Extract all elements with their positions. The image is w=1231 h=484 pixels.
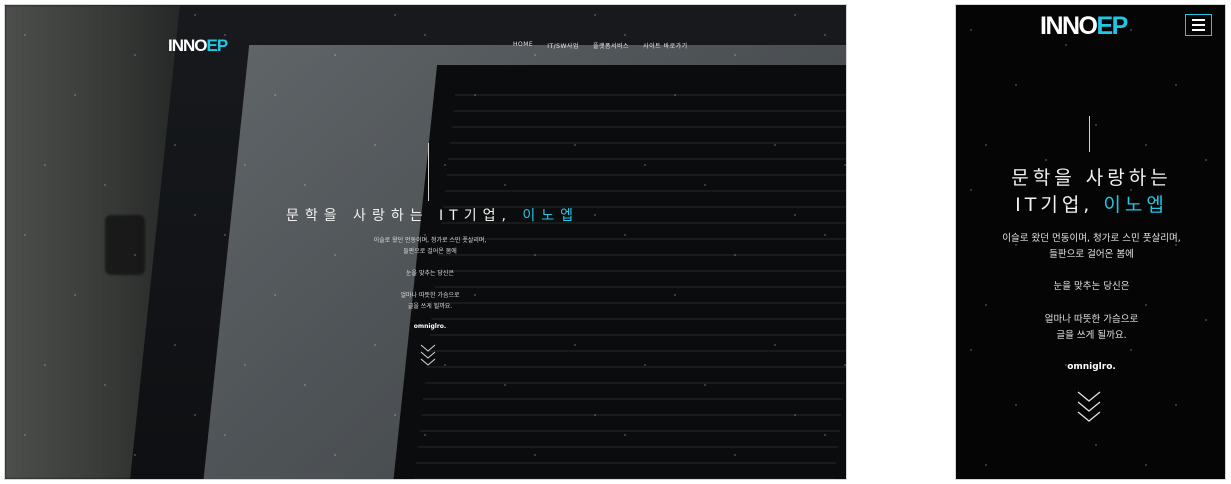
nav-site-shortcut[interactable]: 사이트 바로가기	[643, 41, 688, 50]
nav-home[interactable]: HOME	[513, 41, 533, 50]
poem-line-3: 눈을 맞추는 당신은	[1053, 281, 1130, 292]
poem-line-5: 글을 쓰게 될까요.	[407, 303, 453, 310]
poem-line-2: 들판으로 걸어온 봄에	[1049, 249, 1134, 260]
hamburger-menu-button[interactable]	[1185, 14, 1212, 36]
hero-title-line-2: IT기업, 이노엡	[956, 192, 1225, 219]
hero-title-highlight: 이노엡	[522, 208, 580, 224]
poem-line-1: 이슬로 왔던 먼동이며, 청가로 스민 풋살리며,	[373, 237, 487, 244]
poem-line-4: 얼마나 따뜻한 가슴으로	[1044, 314, 1139, 325]
chevron-down-triple-icon[interactable]	[419, 343, 437, 373]
hero-divider-line	[1089, 116, 1090, 152]
desktop-preview: INNOEP HOME IT/SW사업 플랫폼서비스 사이트 바로가기 문학을 …	[4, 4, 847, 480]
hero-title-highlight: 이노엡	[1103, 194, 1168, 216]
hero-title-main: IT기업,	[1015, 194, 1094, 216]
nav-platform-service[interactable]: 플랫폼서비스	[593, 41, 629, 50]
logo-accent-text: EP	[1096, 12, 1129, 40]
hero-title-main: 문학을 사랑하는 IT기업,	[285, 208, 512, 224]
main-nav: HOME IT/SW사업 플랫폼서비스 사이트 바로가기	[513, 41, 688, 50]
poem-line-2: 들판으로 걸어온 봄에	[403, 248, 457, 255]
logo-text: INNO	[168, 36, 207, 55]
poem-line-5: 글을 쓰게 될까요.	[1056, 330, 1127, 341]
hero-divider-line	[428, 143, 429, 201]
hero-title: 문학을 사랑하는 IT기업, 이노엡	[275, 205, 590, 225]
poem-line-4: 얼마나 따뜻한 가슴으로	[400, 292, 460, 299]
poem-line-3: 눈을 맞추는 당신은	[406, 270, 454, 277]
poem-signature: omniglro.	[413, 323, 447, 330]
hamburger-menu-icon-bar	[1192, 29, 1205, 31]
nav-it-sw-business[interactable]: IT/SW사업	[547, 41, 579, 50]
chevron-down-triple-icon[interactable]	[1076, 390, 1102, 430]
logo-text: INNO	[1040, 12, 1098, 40]
hero-title: 문학을 사랑하는 IT기업, 이노엡	[956, 165, 1225, 219]
poem-line-1: 이슬로 왔던 먼동이며, 청가로 스민 풋살리며,	[1002, 233, 1181, 244]
hamburger-menu-icon	[1192, 19, 1205, 21]
logo-accent-text: EP	[206, 36, 229, 55]
site-logo[interactable]: INNOEP	[1040, 12, 1129, 41]
hamburger-menu-icon-bar	[1192, 24, 1205, 26]
poem-signature: omniglro.	[1067, 362, 1116, 372]
hero-title-line-1: 문학을 사랑하는	[1011, 167, 1172, 189]
site-logo[interactable]: INNOEP	[168, 36, 229, 56]
mobile-preview: INNOEP 문학을 사랑하는 IT기업, 이노엡 이슬로 왔던 먼동이며, 청…	[955, 4, 1226, 480]
